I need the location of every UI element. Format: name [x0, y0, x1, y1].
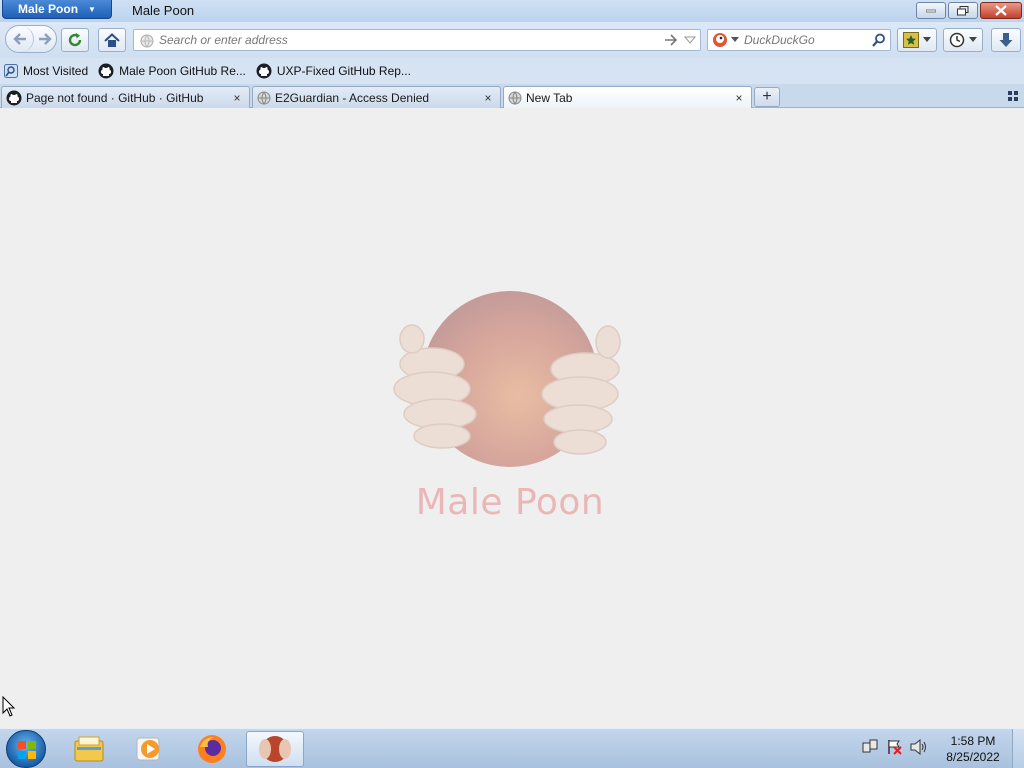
tab-new-tab[interactable]: New Tab × [503, 86, 752, 109]
downloads-button[interactable] [991, 28, 1021, 52]
search-engine-selector[interactable] [712, 32, 739, 48]
github-icon [256, 63, 272, 79]
chevron-down-icon: ▼ [88, 4, 96, 14]
tab-list-icon[interactable] [1008, 91, 1018, 101]
action-center-flag-icon[interactable] [886, 739, 902, 755]
clock-date: 8/25/2022 [946, 750, 1000, 764]
close-icon [995, 5, 1007, 16]
taskbar: 1:58 PM 8/25/2022 [0, 728, 1024, 768]
tab-label: Page not found · GitHub · GitHub [26, 90, 204, 105]
history-dropdown-icon[interactable] [684, 33, 696, 47]
most-visited-icon [4, 64, 18, 78]
chevron-down-icon [923, 37, 931, 42]
windows-explorer-icon [74, 736, 104, 762]
restore-button[interactable] [948, 2, 978, 19]
address-input[interactable] [159, 32, 639, 48]
logo-text: Male Poon [415, 482, 605, 523]
chevron-down-icon [969, 37, 977, 42]
bookmarks-toolbar: Most Visited Male Poon GitHub Re... UXP-… [0, 58, 1024, 84]
github-icon [98, 63, 114, 79]
bookmark-most-visited[interactable]: Most Visited [4, 64, 88, 78]
show-desktop-button[interactable] [1012, 729, 1024, 768]
mouse-cursor-icon [2, 696, 16, 717]
bookmark-male-poon-github[interactable]: Male Poon GitHub Re... [98, 63, 246, 79]
duckduckgo-icon [713, 33, 727, 47]
back-arrow-icon [12, 33, 26, 45]
bookmark-star-icon [903, 32, 919, 48]
taskbar-male-poon-browser[interactable] [246, 731, 304, 767]
bookmarks-menu-button[interactable] [897, 28, 937, 52]
male-poon-browser-icon [259, 736, 291, 762]
home-icon [104, 32, 120, 47]
download-arrow-icon [999, 33, 1013, 47]
restore-icon [957, 5, 969, 15]
firefox-icon [198, 735, 226, 763]
tab-github-not-found[interactable]: Page not found · GitHub · GitHub × [1, 86, 250, 108]
taskbar-firefox[interactable] [183, 731, 241, 767]
home-button[interactable] [98, 28, 126, 52]
tab-e2guardian[interactable]: E2Guardian - Access Denied × [252, 86, 501, 108]
window-controls [916, 2, 1022, 19]
page-content: Male Poon [0, 108, 1024, 728]
minimize-icon [926, 9, 936, 12]
history-menu-button[interactable] [943, 28, 983, 52]
globe-hands-logo-icon [393, 291, 621, 467]
navigation-toolbar [0, 22, 1024, 58]
taskbar-media-player[interactable] [120, 731, 178, 767]
page-globe-icon [140, 34, 154, 48]
app-menu-button[interactable]: Male Poon ▼ [2, 0, 112, 19]
forward-arrow-icon [39, 33, 52, 45]
reload-button[interactable] [61, 28, 89, 52]
bookmark-label: Male Poon GitHub Re... [119, 64, 246, 78]
title-bar: Male Poon ▼ Male Poon [0, 0, 1024, 22]
bookmark-uxp-fixed-github[interactable]: UXP-Fixed GitHub Rep... [256, 63, 411, 79]
clock-time: 1:58 PM [950, 734, 996, 748]
new-tab-button[interactable]: + [754, 87, 780, 107]
chevron-down-icon [731, 37, 739, 42]
network-icon[interactable] [862, 739, 878, 755]
media-player-icon [136, 737, 160, 761]
volume-icon[interactable] [910, 739, 928, 755]
go-arrow-icon[interactable] [664, 33, 678, 47]
back-button[interactable] [6, 26, 34, 52]
bookmark-label: UXP-Fixed GitHub Rep... [276, 64, 411, 78]
taskbar-windows-explorer[interactable] [60, 731, 118, 767]
globe-icon [257, 91, 271, 105]
clock-icon [949, 32, 965, 48]
tab-label: New Tab [526, 91, 573, 105]
app-menu-label: Male Poon [18, 2, 79, 16]
github-icon [6, 90, 22, 105]
search-bar[interactable] [707, 29, 891, 51]
system-tray [862, 739, 928, 755]
minimize-button[interactable] [916, 2, 946, 19]
tab-strip: Page not found · GitHub · GitHub × E2Gua… [0, 84, 1024, 109]
windows-logo-icon [18, 741, 36, 759]
search-icon[interactable] [872, 33, 886, 47]
search-input[interactable] [744, 32, 864, 48]
tab-close-button[interactable]: × [731, 91, 747, 105]
tab-label: E2Guardian - Access Denied [275, 90, 430, 105]
back-forward-group [5, 25, 57, 53]
window-title: Male Poon [132, 3, 195, 18]
tab-close-button[interactable]: × [480, 91, 496, 105]
male-poon-logo: Male Poon [380, 284, 640, 524]
reload-icon [68, 33, 82, 47]
start-button[interactable] [6, 730, 46, 768]
address-bar[interactable] [133, 29, 701, 51]
bookmark-label: Most Visited [23, 64, 89, 78]
tab-close-button[interactable]: × [229, 91, 245, 105]
forward-button[interactable] [37, 30, 53, 51]
globe-icon [508, 91, 522, 105]
close-window-button[interactable] [980, 2, 1022, 19]
taskbar-clock[interactable]: 1:58 PM 8/25/2022 [940, 733, 1006, 765]
